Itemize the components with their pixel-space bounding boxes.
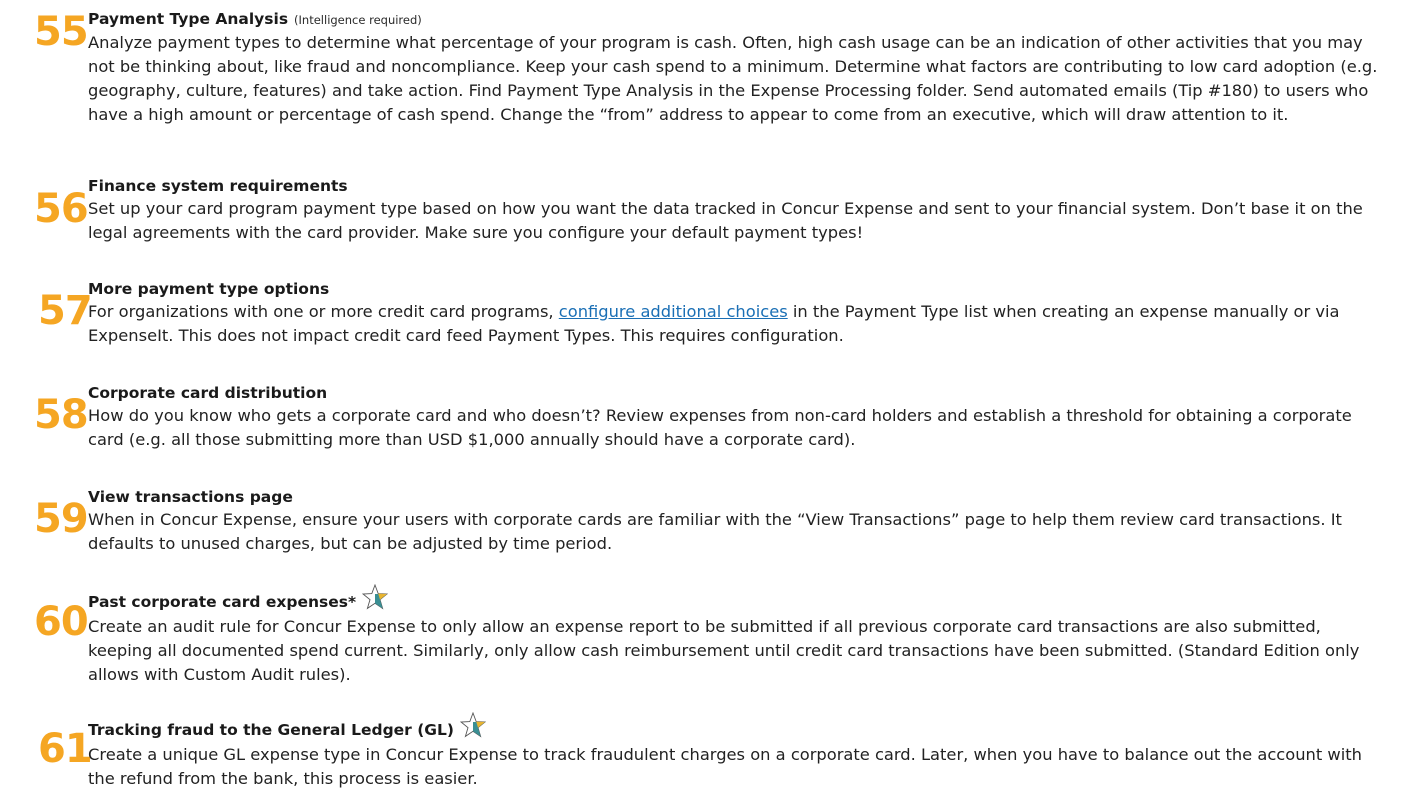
tip-title: Payment Type Analysis (Intelligence requi… [88,9,1388,31]
tip-body: Corporate card distribution How do you k… [88,383,1388,452]
tip-number: 57 [38,288,93,334]
tip-body: Payment Type Analysis (Intelligence requi… [88,9,1388,127]
tip-body: View transactions page When in Concur Ex… [88,487,1388,556]
configure-additional-choices-link[interactable]: configure additional choices [559,302,788,321]
tip-title-text: Payment Type Analysis [88,10,289,28]
tip-body: Past corporate card expenses* Create an … [88,584,1388,687]
tip-body: More payment type options For organizati… [88,279,1388,348]
tip-title: Corporate card distribution [88,384,328,402]
tip-text: Create an audit rule for Concur Expense … [88,617,1360,684]
tip-title: Past corporate card expenses* [88,584,1388,615]
tip-number: 61 [38,726,93,772]
tip-number: 56 [34,186,89,232]
tip-text-before: For organizations with one or more credi… [88,302,559,321]
star-icon [459,712,486,738]
tip-text: How do you know who gets a corporate car… [88,406,1352,449]
tip-body: Finance system requirements Set up your … [88,176,1388,245]
tip-number: 59 [34,496,89,542]
tip-number: 55 [34,9,89,55]
tip-title-text: Tracking fraud to the General Ledger (GL… [88,721,454,739]
tip-text: Set up your card program payment type ba… [88,199,1363,242]
tip-body: Tracking fraud to the General Ledger (GL… [88,712,1388,791]
tip-title: View transactions page [88,488,293,506]
tip-text: For organizations with one or more credi… [88,300,1388,348]
tip-title: Tracking fraud to the General Ledger (GL… [88,712,1388,743]
star-icon [362,584,389,610]
tip-title: Finance system requirements [88,177,348,195]
tip-note: (Intelligence required) [294,13,422,27]
tip-number: 60 [34,599,89,645]
tip-number: 58 [34,392,89,438]
tip-title-text: Past corporate card expenses* [88,593,357,611]
tip-text: Create a unique GL expense type in Concu… [88,745,1362,788]
tip-title: More payment type options [88,280,330,298]
tip-text: Analyze payment types to determine what … [88,33,1378,124]
tip-text: When in Concur Expense, ensure your user… [88,510,1342,553]
